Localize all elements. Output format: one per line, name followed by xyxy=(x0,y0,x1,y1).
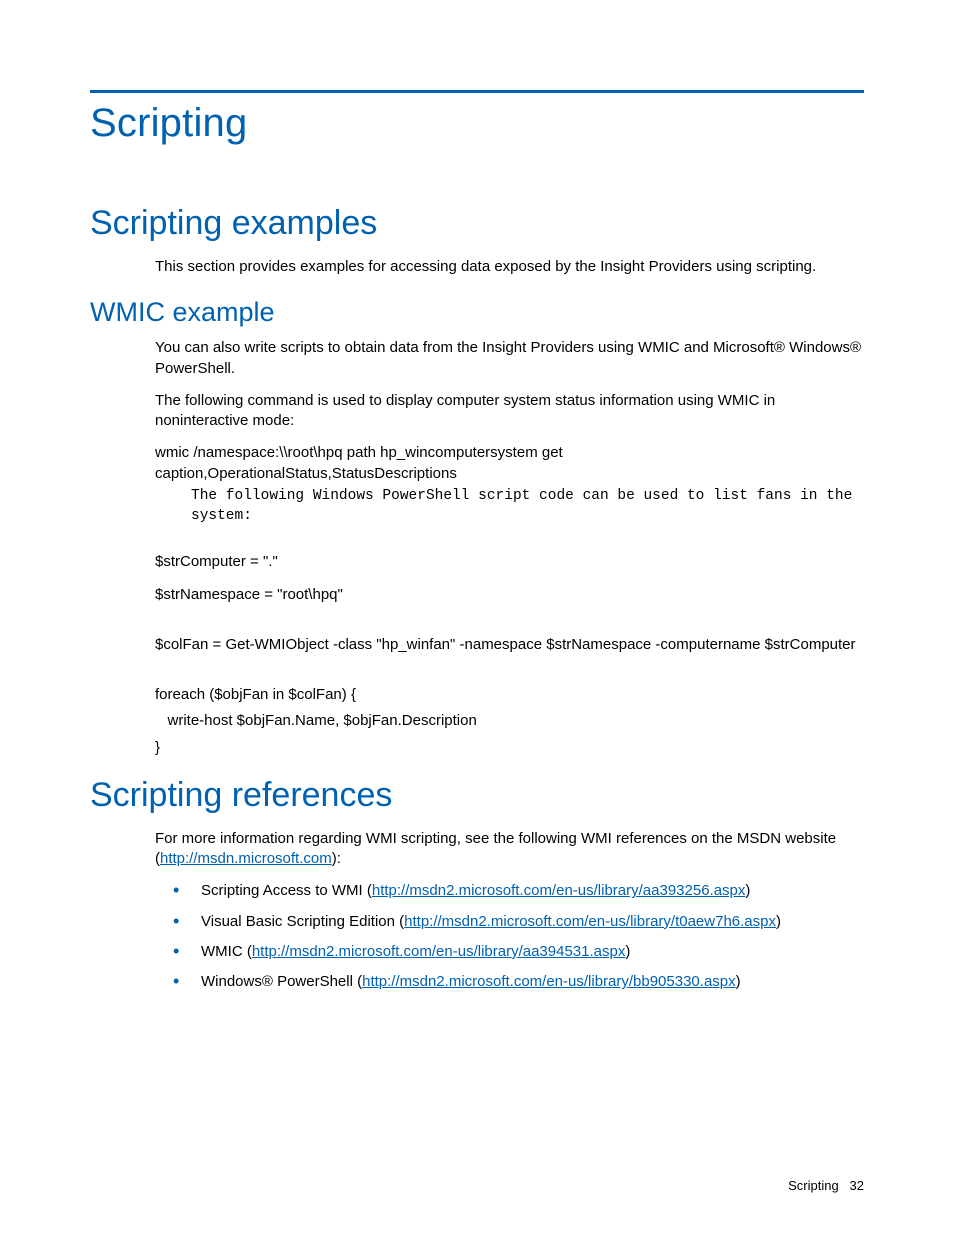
mono-note: The following Windows PowerShell script … xyxy=(191,486,864,527)
list-item: Scripting Access to WMI (http://msdn2.mi… xyxy=(173,881,864,901)
heading-scripting-references: Scripting references xyxy=(90,776,864,815)
command-line: wmic /namespace:\\root\hpq path hp_winco… xyxy=(155,443,864,463)
ps-line: $strComputer = "." xyxy=(155,552,864,572)
section-body: For more information regarding WMI scrip… xyxy=(155,829,864,993)
text: Visual Basic Scripting Edition ( xyxy=(201,913,404,930)
reference-list: Scripting Access to WMI (http://msdn2.mi… xyxy=(173,881,864,992)
section-body: This section provides examples for acces… xyxy=(155,257,864,277)
link-reference[interactable]: http://msdn2.microsoft.com/en-us/library… xyxy=(404,913,776,930)
list-item: Windows® PowerShell (http://msdn2.micros… xyxy=(173,972,864,992)
text: WMIC ( xyxy=(201,943,252,960)
list-item: WMIC (http://msdn2.microsoft.com/en-us/l… xyxy=(173,942,864,962)
link-reference[interactable]: http://msdn2.microsoft.com/en-us/library… xyxy=(372,882,746,899)
text: ) xyxy=(625,943,630,960)
text: ) xyxy=(745,882,750,899)
link-msdn[interactable]: http://msdn.microsoft.com xyxy=(160,850,332,867)
link-reference[interactable]: http://msdn2.microsoft.com/en-us/library… xyxy=(362,973,736,990)
paragraph: This section provides examples for acces… xyxy=(155,257,864,277)
document-page: Scripting Scripting examples This sectio… xyxy=(0,0,954,1235)
text: ) xyxy=(776,913,781,930)
ps-line: $strNamespace = "root\hpq" xyxy=(155,585,864,605)
heading-scripting-examples: Scripting examples xyxy=(90,204,864,243)
page-title: Scripting xyxy=(90,101,864,146)
link-reference[interactable]: http://msdn2.microsoft.com/en-us/library… xyxy=(252,943,626,960)
footer-page-number: 32 xyxy=(850,1178,864,1193)
ps-line: write-host $objFan.Name, $objFan.Descrip… xyxy=(155,711,864,731)
footer-section: Scripting xyxy=(788,1178,839,1193)
text: ): xyxy=(332,850,341,867)
list-item: Visual Basic Scripting Edition (http://m… xyxy=(173,912,864,932)
heading-wmic-example: WMIC example xyxy=(90,297,864,328)
subsection-body: You can also write scripts to obtain dat… xyxy=(155,338,864,758)
text: Scripting Access to WMI ( xyxy=(201,882,372,899)
text: ) xyxy=(736,973,741,990)
ps-line: } xyxy=(155,738,864,758)
paragraph: For more information regarding WMI scrip… xyxy=(155,829,864,870)
ps-line: $colFan = Get-WMIObject -class "hp_winfa… xyxy=(155,635,864,655)
paragraph: The following command is used to display… xyxy=(155,391,864,432)
text: Windows® PowerShell ( xyxy=(201,973,362,990)
paragraph: You can also write scripts to obtain dat… xyxy=(155,338,864,379)
top-rule xyxy=(90,90,864,93)
page-footer: Scripting 32 xyxy=(788,1178,864,1193)
command-line: caption,OperationalStatus,StatusDescript… xyxy=(155,464,864,484)
ps-line: foreach ($objFan in $colFan) { xyxy=(155,685,864,705)
